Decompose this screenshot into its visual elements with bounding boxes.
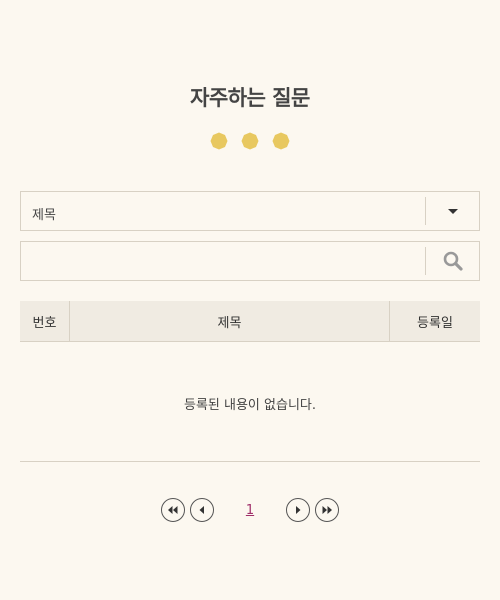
search-icon <box>443 251 463 271</box>
select-divider <box>425 197 426 225</box>
search-field-select[interactable]: 제목 <box>20 191 480 231</box>
next-page-button[interactable] <box>286 498 310 522</box>
chevron-right-icon <box>296 506 301 514</box>
page-number-current[interactable]: 1 <box>214 503 286 518</box>
flower-dot-icon <box>210 132 228 150</box>
search-field-selected: 제목 <box>32 208 56 223</box>
flower-dot-icon <box>272 132 290 150</box>
empty-message: 등록된 내용이 없습니다. <box>184 398 316 413</box>
title-decoration <box>0 132 500 150</box>
column-header-date: 등록일 <box>417 315 453 331</box>
flower-dot-icon <box>241 132 259 150</box>
table-bottom-divider <box>20 461 480 462</box>
table-header: 번호 제목 등록일 <box>20 301 480 342</box>
last-page-button[interactable] <box>315 498 339 522</box>
pagination: 1 <box>0 498 500 522</box>
column-header-number: 번호 <box>20 301 70 341</box>
double-chevron-left-icon <box>168 506 178 514</box>
prev-page-button[interactable] <box>190 498 214 522</box>
search-button[interactable] <box>426 242 479 280</box>
double-chevron-right-icon <box>322 506 332 514</box>
column-header-title: 제목 <box>70 301 390 341</box>
first-page-button[interactable] <box>161 498 185 522</box>
search-input[interactable] <box>21 242 426 280</box>
chevron-left-icon <box>199 506 204 514</box>
caret-down-icon[interactable] <box>448 209 458 214</box>
page-title: 자주하는 질문 <box>190 86 310 110</box>
search-keyword-box <box>20 241 480 281</box>
